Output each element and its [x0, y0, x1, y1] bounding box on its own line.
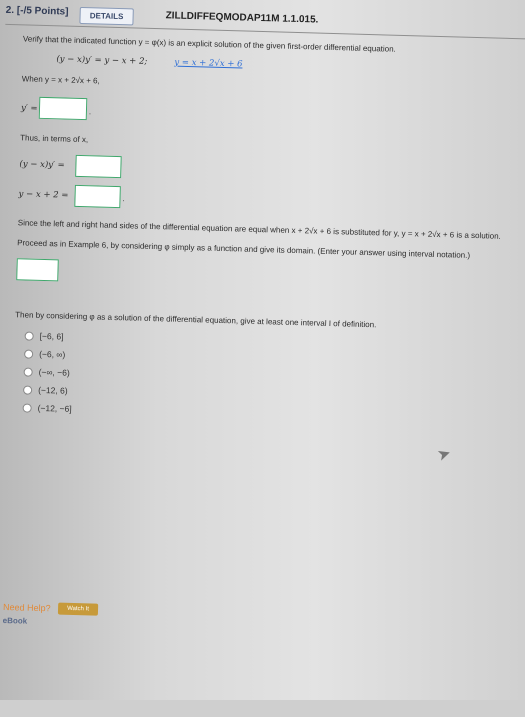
- when-text: When y = x + 2√x + 6,: [21, 74, 100, 86]
- rhs-label: y − x + 2 =: [18, 189, 69, 201]
- period-mark: .: [88, 107, 92, 117]
- proceed-text: Proceed as in Example 6, by considering …: [17, 238, 471, 260]
- option-label: (−∞, −6): [38, 366, 70, 378]
- question-panel: 2. [-/5 Points] DETAILS ZILLDIFFEQMODAP1…: [0, 0, 525, 716]
- thus-text: Thus, in terms of x,: [20, 133, 89, 145]
- option-row[interactable]: [−6, 6]: [24, 330, 64, 342]
- option-label: (−12, −6]: [37, 402, 72, 414]
- points-label: 2. [-/5 Points]: [5, 4, 69, 18]
- ebook-link[interactable]: eBook: [3, 616, 28, 626]
- lhs-answer-input[interactable]: [75, 154, 122, 179]
- mouse-pointer-icon: ➤: [435, 444, 454, 465]
- radio-button[interactable]: [23, 385, 33, 395]
- then-text: Then by considering φ as a solution of t…: [15, 310, 377, 330]
- problem-reference: ZILLDIFFEQMODAP11M 1.1.015.: [165, 10, 319, 26]
- since-text: Since the left and right hand sides of t…: [17, 218, 501, 241]
- domain-answer-input[interactable]: [16, 258, 59, 282]
- option-label: (−6, ∞): [39, 348, 66, 360]
- given-function: y = x + 2√x + 6: [174, 57, 243, 70]
- watch-it-button[interactable]: Watch It: [57, 602, 99, 616]
- details-button[interactable]: DETAILS: [79, 6, 134, 26]
- lhs-label: (y − x)y′ =: [19, 159, 65, 171]
- radio-button[interactable]: [22, 403, 32, 413]
- period-mark: .: [122, 194, 125, 204]
- option-row[interactable]: (−12, −6]: [22, 402, 72, 414]
- option-row[interactable]: (−∞, −6): [23, 366, 70, 378]
- option-label: [−6, 6]: [39, 330, 64, 342]
- radio-button[interactable]: [24, 349, 34, 359]
- need-help-label: Need Help?: [2, 601, 51, 614]
- option-row[interactable]: (−6, ∞): [24, 348, 66, 360]
- radio-button[interactable]: [23, 367, 33, 377]
- yprime-label: y′ =: [20, 103, 38, 114]
- problem-intro: Verify that the indicated function y = φ…: [22, 34, 396, 54]
- differential-equation: (y − x)y′ = y − x + 2;: [56, 54, 148, 67]
- radio-button[interactable]: [24, 331, 34, 341]
- option-row[interactable]: (−12, 6): [23, 384, 68, 396]
- option-label: (−12, 6): [38, 384, 68, 396]
- rhs-answer-input[interactable]: [74, 184, 121, 209]
- yprime-answer-input[interactable]: [38, 96, 88, 121]
